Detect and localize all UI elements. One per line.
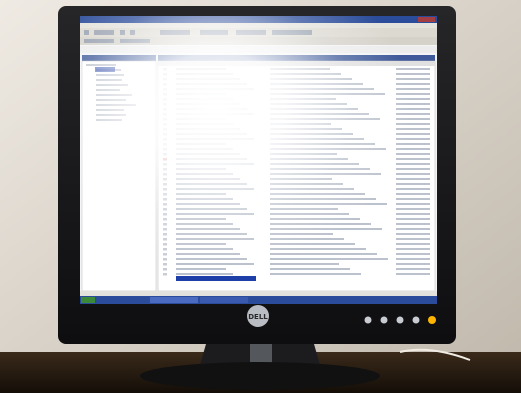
power-button [428,316,436,324]
screen-glare [80,16,437,304]
monitor-button [380,316,388,324]
monitor-button [364,316,372,324]
dell-logo-text: DELL [248,313,268,321]
monitor-button [396,316,404,324]
stand-base [140,362,380,390]
photo-scene: DELL [0,0,521,393]
monitor-button [412,316,420,324]
monitor-screen [80,16,437,304]
